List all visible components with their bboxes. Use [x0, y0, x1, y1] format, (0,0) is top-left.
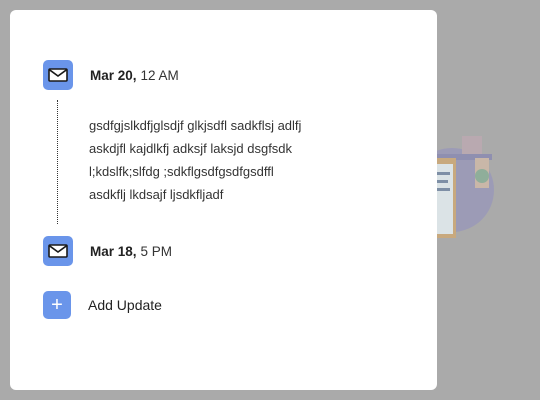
- timeline-entry-header: Mar 20, 12 AM: [43, 60, 179, 90]
- entry-timestamp: Mar 18, 5 PM: [90, 244, 172, 259]
- entry-date: Mar 20,: [90, 67, 137, 83]
- entry-text-line: asdkflj lkdsajf ljsdkfljadf: [89, 187, 224, 202]
- envelope-icon: [43, 60, 73, 90]
- entry-text-line: l;kdslfk;slfdg ;sdkflgsdfgsdfgsdffl: [89, 164, 274, 179]
- entry-time: 5 PM: [140, 243, 173, 259]
- entry-timestamp: Mar 20, 12 AM: [90, 68, 179, 83]
- add-update-label[interactable]: Add Update: [88, 297, 162, 313]
- entry-text-line: gsdfgjslkdfjglsdjf glkjsdfl sadkflsj adl…: [89, 118, 302, 133]
- entry-date: Mar 18,: [90, 243, 137, 259]
- timeline-entry-header: Mar 18, 5 PM: [43, 236, 172, 266]
- updates-modal: Mar 20, 12 AM gsdfgjslkdfjglsdjf glkjsdfl…: [10, 10, 437, 390]
- timeline-connector: [57, 100, 58, 224]
- entry-body-text: gsdfgjslkdfjglsdjf glkjsdfl sadkflsj adl…: [89, 114, 349, 206]
- add-update-button[interactable]: + Add Update: [43, 291, 162, 319]
- entry-time: 12 AM: [140, 67, 179, 83]
- plus-icon[interactable]: +: [43, 291, 71, 319]
- entry-text-line: askdjfl kajdlkfj adksjf laksjd dsgfsdk: [89, 141, 293, 156]
- envelope-icon: [43, 236, 73, 266]
